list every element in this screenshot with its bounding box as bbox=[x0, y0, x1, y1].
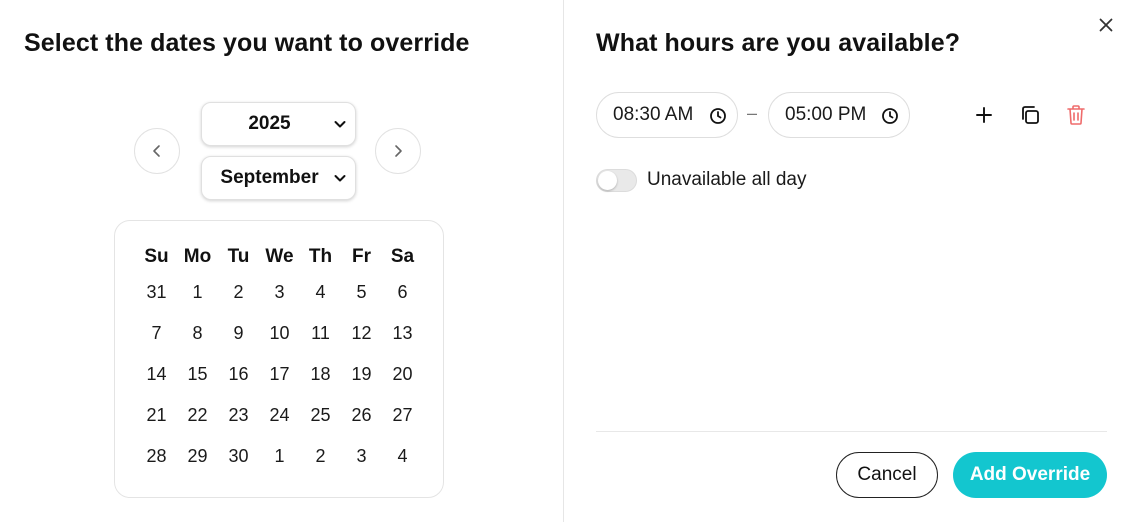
calendar-day[interactable]: 8 bbox=[177, 323, 218, 344]
clock-icon[interactable] bbox=[709, 107, 727, 125]
delete-time-range-button[interactable] bbox=[1064, 103, 1088, 127]
calendar-day[interactable]: 26 bbox=[341, 405, 382, 426]
weekday-label: Sa bbox=[390, 246, 415, 267]
weekday-label: Tu bbox=[227, 246, 250, 267]
calendar-day[interactable]: 6 bbox=[382, 282, 423, 303]
date-selection-title: Select the dates you want to override bbox=[24, 29, 470, 57]
footer-divider bbox=[596, 431, 1107, 432]
weekday-label: Su bbox=[144, 246, 169, 267]
year-select[interactable]: 2025 bbox=[201, 102, 356, 146]
calendar-day[interactable]: 7 bbox=[136, 323, 177, 344]
calendar-day[interactable]: 11 bbox=[300, 323, 341, 344]
weekday-label: We bbox=[265, 246, 294, 267]
calendar-day[interactable]: 12 bbox=[341, 323, 382, 344]
calendar-day[interactable]: 29 bbox=[177, 446, 218, 467]
calendar-day[interactable]: 15 bbox=[177, 364, 218, 385]
calendar-day[interactable]: 5 bbox=[341, 282, 382, 303]
calendar-week: 28 29 30 1 2 3 4 bbox=[136, 436, 423, 477]
start-time-input[interactable]: 08:30 AM bbox=[596, 92, 738, 138]
month-select-value: September bbox=[220, 167, 319, 188]
chevron-left-icon bbox=[153, 145, 160, 157]
time-range-separator: – bbox=[747, 103, 758, 123]
trash-icon bbox=[1067, 105, 1085, 125]
end-time-input[interactable]: 05:00 PM bbox=[768, 92, 910, 138]
weekday-label: Th bbox=[308, 246, 333, 267]
weekday-label: Mo bbox=[183, 246, 212, 267]
add-time-range-button[interactable] bbox=[972, 103, 996, 127]
copy-times-button[interactable] bbox=[1018, 103, 1042, 127]
chevron-down-icon bbox=[334, 175, 346, 182]
calendar-day[interactable]: 20 bbox=[382, 364, 423, 385]
calendar-day[interactable]: 28 bbox=[136, 446, 177, 467]
calendar-day[interactable]: 24 bbox=[259, 405, 300, 426]
close-button[interactable] bbox=[1097, 16, 1115, 34]
calendar-day[interactable]: 27 bbox=[382, 405, 423, 426]
copy-icon bbox=[1022, 106, 1039, 124]
calendar-day[interactable]: 1 bbox=[177, 282, 218, 303]
calendar-day[interactable]: 3 bbox=[341, 446, 382, 467]
calendar-day[interactable]: 2 bbox=[300, 446, 341, 467]
calendar-day[interactable]: 18 bbox=[300, 364, 341, 385]
calendar-day[interactable]: 1 bbox=[259, 446, 300, 467]
end-time-value: 05:00 PM bbox=[785, 104, 867, 125]
unavailable-all-day-toggle[interactable] bbox=[596, 169, 637, 192]
calendar-day[interactable]: 19 bbox=[341, 364, 382, 385]
chevron-down-icon bbox=[334, 121, 346, 128]
hours-panel: What hours are you available? 08:30 AM –… bbox=[565, 0, 1130, 522]
calendar-day[interactable]: 4 bbox=[300, 282, 341, 303]
calendar-day[interactable]: 16 bbox=[218, 364, 259, 385]
calendar: Su Mo Tu We Th Fr Sa 31 1 2 3 4 5 6 7 8 … bbox=[114, 220, 444, 498]
hours-title: What hours are you available? bbox=[596, 29, 961, 57]
cancel-button[interactable]: Cancel bbox=[836, 452, 938, 498]
calendar-day[interactable]: 31 bbox=[136, 282, 177, 303]
calendar-day[interactable]: 13 bbox=[382, 323, 423, 344]
calendar-day[interactable]: 17 bbox=[259, 364, 300, 385]
calendar-week: 31 1 2 3 4 5 6 bbox=[136, 272, 423, 313]
calendar-day[interactable]: 14 bbox=[136, 364, 177, 385]
next-month-button[interactable] bbox=[375, 128, 421, 174]
weekday-header: Su Mo Tu We Th Fr Sa bbox=[136, 242, 423, 272]
start-time-value: 08:30 AM bbox=[613, 104, 694, 125]
calendar-day[interactable]: 22 bbox=[177, 405, 218, 426]
calendar-day[interactable]: 30 bbox=[218, 446, 259, 467]
calendar-day[interactable]: 10 bbox=[259, 323, 300, 344]
clock-icon[interactable] bbox=[881, 107, 899, 125]
calendar-grid: Su Mo Tu We Th Fr Sa 31 1 2 3 4 5 6 7 8 … bbox=[136, 242, 423, 477]
chevron-right-icon bbox=[395, 145, 402, 157]
calendar-day[interactable]: 23 bbox=[218, 405, 259, 426]
plus-icon bbox=[976, 107, 992, 123]
calendar-day[interactable]: 9 bbox=[218, 323, 259, 344]
calendar-week: 7 8 9 10 11 12 13 bbox=[136, 313, 423, 354]
add-override-button[interactable]: Add Override bbox=[953, 452, 1107, 498]
unavailable-all-day-label: Unavailable all day bbox=[647, 169, 807, 190]
calendar-day[interactable]: 4 bbox=[382, 446, 423, 467]
calendar-day[interactable]: 2 bbox=[218, 282, 259, 303]
previous-month-button[interactable] bbox=[134, 128, 180, 174]
calendar-day[interactable]: 25 bbox=[300, 405, 341, 426]
calendar-day[interactable]: 21 bbox=[136, 405, 177, 426]
close-icon bbox=[1099, 18, 1113, 32]
calendar-week: 21 22 23 24 25 26 27 bbox=[136, 395, 423, 436]
weekday-label: Fr bbox=[352, 246, 371, 267]
calendar-week: 14 15 16 17 18 19 20 bbox=[136, 354, 423, 395]
toggle-knob bbox=[598, 171, 617, 190]
date-selection-panel: Select the dates you want to override 20… bbox=[0, 0, 564, 522]
calendar-day[interactable]: 3 bbox=[259, 282, 300, 303]
year-select-value: 2025 bbox=[248, 113, 291, 134]
month-select[interactable]: September bbox=[201, 156, 356, 200]
